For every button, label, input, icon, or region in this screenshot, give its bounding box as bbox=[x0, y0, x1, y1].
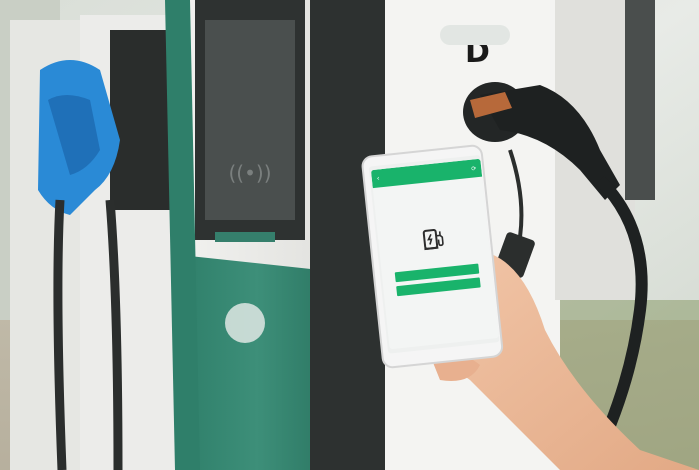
ev-charger-icon bbox=[422, 229, 444, 251]
ev-charging-photo: ((•)) D ‹ ⟳ bbox=[0, 0, 699, 470]
svg-text:((•)): ((•)) bbox=[228, 161, 271, 185]
back-arrow-icon[interactable]: ‹ bbox=[376, 169, 384, 188]
phone-app-screen: ‹ ⟳ bbox=[370, 158, 500, 350]
app-body bbox=[373, 177, 494, 298]
refresh-icon[interactable]: ⟳ bbox=[471, 165, 477, 172]
photo-background: ((•)) D bbox=[0, 0, 699, 470]
app-header-title bbox=[383, 169, 471, 178]
